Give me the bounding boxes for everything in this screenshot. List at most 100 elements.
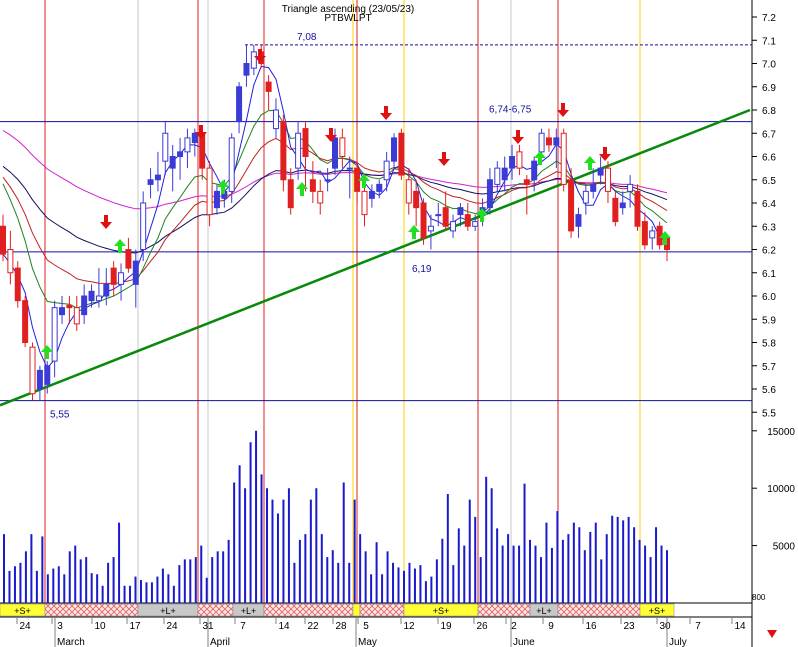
signal-band — [352, 603, 361, 617]
candle-body — [169, 156, 176, 169]
signal-label: +L+ — [536, 606, 552, 616]
candle-body — [332, 137, 338, 169]
price-tick-label: 5.7 — [762, 362, 776, 373]
candle-body — [354, 167, 361, 192]
candle-body — [162, 132, 169, 162]
candle-body — [413, 190, 420, 209]
date-tick-label: 10 — [94, 621, 106, 632]
candle-body — [361, 190, 368, 216]
candle-body — [228, 137, 235, 192]
date-tick-label: 24 — [166, 621, 178, 632]
date-tick-label: 7 — [240, 621, 246, 632]
date-tick-label: 22 — [307, 621, 319, 632]
candle-body — [118, 272, 125, 285]
signal-band — [359, 603, 405, 617]
candle-body — [575, 214, 582, 227]
candle-body — [22, 300, 29, 343]
candle-body — [464, 214, 471, 227]
signal-label: +S+ — [14, 606, 31, 616]
date-tick-label: 14 — [278, 621, 290, 632]
candle-body — [250, 51, 257, 69]
volume-tick-label: 5000 — [773, 542, 796, 553]
level-label: 7,08 — [297, 32, 317, 43]
candle-body — [457, 207, 464, 216]
price-tick-label: 7.2 — [762, 13, 776, 24]
candle-body — [147, 179, 154, 185]
candle-body — [125, 249, 132, 269]
candle-body — [420, 202, 427, 239]
month-label: May — [358, 637, 377, 647]
price-tick-label: 6.5 — [762, 176, 776, 187]
price-tick-label: 6.2 — [762, 246, 776, 257]
candle-body — [206, 167, 213, 216]
candle-body — [619, 202, 626, 209]
candle-body — [339, 137, 346, 157]
date-tick-label: 26 — [476, 621, 488, 632]
date-tick-label: 16 — [585, 621, 597, 632]
signal-band — [44, 603, 139, 617]
candle-body — [383, 160, 390, 181]
volume-tick-label: 10000 — [767, 484, 795, 495]
price-tick-label: 6.1 — [762, 269, 776, 280]
date-tick-label: 23 — [623, 621, 635, 632]
price-tick-label: 6.3 — [762, 222, 776, 233]
date-tick-label: 17 — [129, 621, 141, 632]
candle-body — [442, 207, 449, 227]
signal-band — [263, 603, 354, 617]
candle-body — [140, 202, 147, 250]
candle-body — [553, 137, 560, 146]
candle-body — [472, 221, 479, 227]
candle-body — [346, 167, 353, 170]
candle-body — [103, 283, 110, 297]
candle-body — [641, 221, 648, 246]
price-tick-label: 6.6 — [762, 153, 776, 164]
candle-body — [486, 179, 493, 209]
candle-body — [243, 63, 250, 76]
candle-body — [627, 183, 634, 192]
date-tick-label: 7 — [695, 621, 701, 632]
price-tick-label: 6.0 — [762, 292, 776, 303]
candle-body — [324, 179, 331, 182]
candle-body — [287, 179, 294, 209]
candle-body — [7, 249, 14, 274]
candle-body — [66, 304, 73, 309]
price-tick-label: 5.8 — [762, 339, 776, 350]
candle-body — [568, 179, 575, 232]
price-tick-label: 5.5 — [762, 408, 776, 419]
date-tick-label: 30 — [659, 621, 671, 632]
month-label: July — [669, 637, 687, 647]
candle-body — [391, 137, 398, 162]
candle-body — [154, 174, 161, 181]
candle-body — [427, 225, 434, 232]
price-tick-label: 5.6 — [762, 385, 776, 396]
signal-band — [557, 603, 641, 617]
signal-bar: +S+ +L+ +L+ +S+ +L+ +S+ — [0, 603, 675, 617]
candle-body — [649, 230, 656, 239]
date-tick-label: 19 — [440, 621, 452, 632]
candle-body — [265, 81, 272, 92]
price-tick-label: 6.4 — [762, 199, 776, 210]
signal-band — [197, 603, 234, 617]
price-tick-label: 5.9 — [762, 315, 776, 326]
candle-body — [81, 295, 88, 316]
candle-body — [59, 307, 66, 316]
price-tick-label: 6.7 — [762, 129, 776, 140]
candle-body — [14, 267, 21, 302]
stock-chart: 7,08 6,74-6,75 6,19 5,55 5.5 5.6 5.7 5.8 5.9 6.0… — [0, 0, 798, 647]
candle-body — [95, 295, 102, 302]
candle-body — [317, 190, 324, 204]
candle-body — [132, 260, 139, 285]
candle-body — [531, 160, 538, 181]
candle-body — [51, 307, 58, 362]
candle-body — [73, 307, 80, 325]
candle-body — [597, 167, 604, 176]
candle-body — [494, 167, 501, 185]
price-tick-label: 7.0 — [762, 60, 776, 71]
level-label: 6,74-6,75 — [489, 105, 532, 116]
candle-body — [184, 137, 191, 153]
page-marker: 800 — [752, 593, 766, 602]
candle-body — [272, 109, 279, 130]
candle-body — [177, 151, 184, 158]
candle-body — [295, 132, 302, 169]
date-tick-label: 5 — [363, 621, 369, 632]
